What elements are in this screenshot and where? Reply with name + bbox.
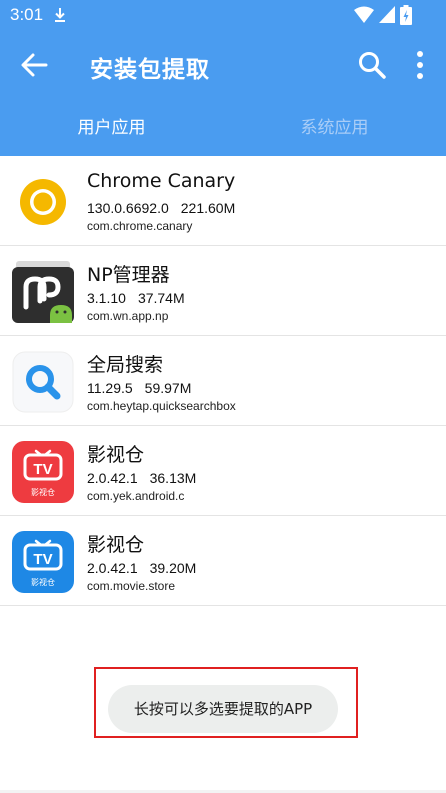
battery-icon bbox=[400, 5, 412, 25]
app-package: com.wn.app.np bbox=[87, 309, 169, 323]
app-size: 36.13M bbox=[149, 470, 197, 486]
status-time: 3:01 bbox=[10, 5, 44, 24]
global-search-icon bbox=[12, 351, 74, 413]
app-meta: 2.0.42.1 36.13M bbox=[87, 470, 196, 486]
app-package: com.heytap.quicksearchbox bbox=[87, 399, 236, 413]
app-version: 2.0.42.1 bbox=[87, 470, 138, 486]
back-arrow-icon[interactable] bbox=[18, 50, 50, 80]
app-name: 影视仓 bbox=[87, 534, 145, 556]
app-version: 2.0.42.1 bbox=[87, 560, 138, 576]
status-bar: 3:01 bbox=[0, 0, 446, 30]
svg-text:TV: TV bbox=[33, 461, 52, 478]
app-package: com.movie.store bbox=[87, 579, 176, 593]
app-meta: 2.0.42.1 39.20M bbox=[87, 560, 196, 576]
search-icon[interactable] bbox=[356, 49, 388, 81]
list-item[interactable]: Chrome Canary 130.0.6692.0 221.60M com.ch… bbox=[0, 156, 446, 246]
app-bar: 安装包提取 bbox=[0, 30, 446, 100]
app-package: com.yek.android.c bbox=[87, 489, 185, 503]
more-vert-icon[interactable] bbox=[408, 48, 432, 82]
tv-blue-icon: TV 影视仓 bbox=[12, 531, 74, 593]
tab-system-apps[interactable]: 系统应用 bbox=[223, 100, 446, 156]
tv-red-icon: TV 影视仓 bbox=[12, 441, 74, 503]
tab-user-apps[interactable]: 用户应用 bbox=[0, 100, 223, 156]
list-item[interactable]: TV 影视仓 影视仓 2.0.42.1 36.13M com.yek.androi… bbox=[0, 426, 446, 516]
app-version: 3.1.10 bbox=[87, 290, 126, 306]
np-manager-icon bbox=[12, 261, 74, 323]
list-item[interactable]: 全局搜索 11.29.5 59.97M com.heytap.quicksearc… bbox=[0, 336, 446, 426]
app-meta: 11.29.5 59.97M bbox=[87, 380, 191, 396]
download-icon bbox=[55, 8, 65, 22]
app-size: 37.74M bbox=[137, 290, 185, 306]
app-name: 全局搜索 bbox=[87, 354, 164, 376]
wifi-icon bbox=[354, 6, 374, 23]
svg-text:TV: TV bbox=[33, 551, 52, 568]
svg-text:影视仓: 影视仓 bbox=[31, 487, 55, 497]
app-list: Chrome Canary 130.0.6692.0 221.60M com.ch… bbox=[0, 156, 446, 606]
app-size: 221.60M bbox=[180, 200, 236, 216]
signal-icon bbox=[379, 6, 395, 23]
app-meta: 3.1.10 37.74M bbox=[87, 290, 185, 306]
app-size: 59.97M bbox=[144, 380, 192, 396]
app-meta: 130.0.6692.0 221.60M bbox=[87, 200, 235, 216]
tab-bar: 用户应用 系统应用 bbox=[0, 100, 446, 156]
toast-message: 长按可以多选要提取的APP bbox=[108, 685, 338, 733]
chrome-canary-icon bbox=[20, 179, 66, 225]
app-package: com.chrome.canary bbox=[87, 219, 193, 233]
app-name: NP管理器 bbox=[87, 264, 170, 286]
app-version: 11.29.5 bbox=[87, 380, 133, 396]
app-size: 39.20M bbox=[149, 560, 197, 576]
page-title: 安装包提取 bbox=[90, 57, 210, 83]
app-name: Chrome Canary bbox=[87, 170, 236, 192]
app-name: 影视仓 bbox=[87, 444, 145, 466]
svg-text:影视仓: 影视仓 bbox=[31, 577, 55, 587]
app-version: 130.0.6692.0 bbox=[87, 200, 169, 216]
list-item[interactable]: NP管理器 3.1.10 37.74M com.wn.app.np bbox=[0, 246, 446, 336]
list-item[interactable]: TV 影视仓 影视仓 2.0.42.1 39.20M com.movie.stor… bbox=[0, 516, 446, 606]
